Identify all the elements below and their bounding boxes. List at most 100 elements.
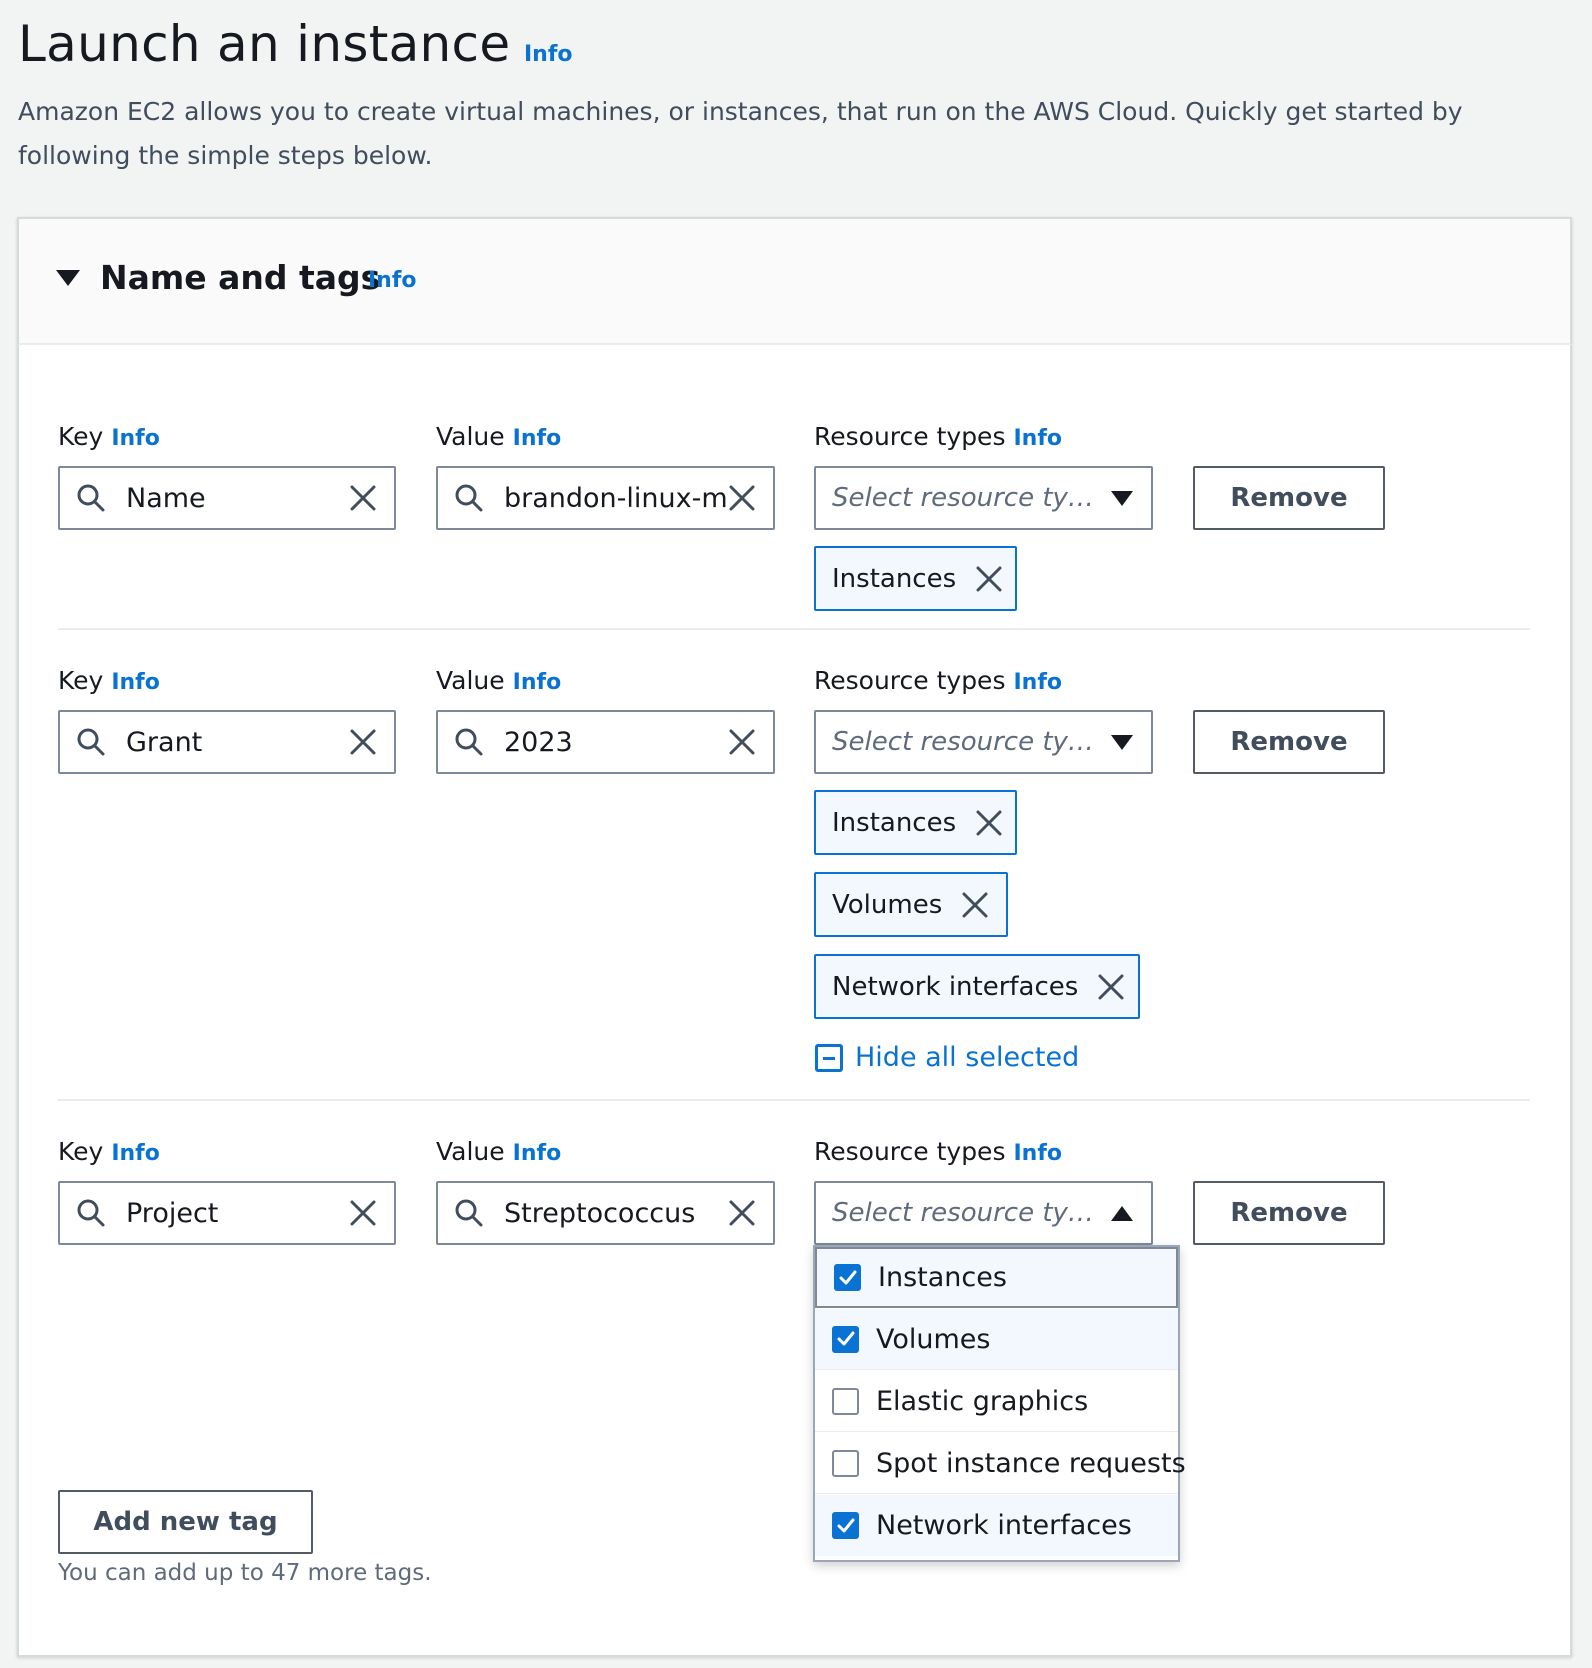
dropdown-option-volumes[interactable]: Volumes bbox=[815, 1309, 1178, 1370]
option-label: Volumes bbox=[876, 1323, 991, 1355]
token-label: Instances bbox=[832, 807, 957, 838]
dropdown-option-instances[interactable]: Instances bbox=[815, 1247, 1178, 1308]
resource-types-info-link[interactable]: Info bbox=[1013, 1141, 1062, 1166]
resource-token: Instances bbox=[814, 790, 1017, 855]
resource-token: Instances bbox=[814, 546, 1017, 611]
key-info-link[interactable]: Info bbox=[111, 1141, 160, 1166]
close-icon[interactable] bbox=[727, 483, 757, 513]
close-icon[interactable] bbox=[960, 890, 990, 920]
dropdown-option-network-interfaces[interactable]: Network interfaces bbox=[815, 1495, 1178, 1556]
caret-down-icon bbox=[1111, 490, 1133, 506]
resource-types-label-text: Resource types bbox=[814, 422, 1006, 451]
close-icon[interactable] bbox=[348, 1198, 378, 1228]
remove-tag-button[interactable]: Remove bbox=[1193, 466, 1385, 530]
check-icon bbox=[839, 1270, 856, 1284]
close-icon[interactable] bbox=[974, 808, 1004, 838]
key-label: Key Info bbox=[58, 420, 160, 456]
value-label: Value Info bbox=[436, 664, 561, 700]
key-label: Key Info bbox=[58, 664, 160, 700]
key-info-link[interactable]: Info bbox=[111, 670, 160, 695]
search-icon bbox=[455, 728, 483, 756]
resource-types-label: Resource types Info bbox=[814, 420, 1062, 456]
remove-tag-button[interactable]: Remove bbox=[1193, 1181, 1385, 1245]
checkbox-unchecked[interactable] bbox=[832, 1387, 859, 1415]
key-input-value[interactable]: Project bbox=[126, 1198, 348, 1229]
select-placeholder: Select resource ty… bbox=[832, 1198, 1094, 1228]
caret-down-icon[interactable] bbox=[56, 270, 80, 286]
close-icon[interactable] bbox=[1096, 972, 1126, 1002]
key-label-text: Key bbox=[58, 1137, 104, 1166]
value-input-value[interactable]: Streptococcus bbox=[504, 1198, 727, 1229]
value-info-link[interactable]: Info bbox=[513, 1141, 562, 1166]
close-icon[interactable] bbox=[348, 483, 378, 513]
search-icon bbox=[77, 728, 105, 756]
resource-types-info-link[interactable]: Info bbox=[1013, 670, 1062, 695]
search-icon bbox=[77, 1199, 105, 1227]
resource-token: Network interfaces bbox=[814, 954, 1140, 1019]
close-icon[interactable] bbox=[727, 1198, 757, 1228]
value-info-link[interactable]: Info bbox=[513, 670, 562, 695]
token-label: Volumes bbox=[832, 889, 943, 920]
option-label: Network interfaces bbox=[876, 1510, 1132, 1541]
add-new-tag-button[interactable]: Add new tag bbox=[58, 1490, 313, 1554]
page-title: Launch an instance bbox=[18, 15, 511, 73]
value-label-text: Value bbox=[436, 1137, 505, 1166]
key-info-link[interactable]: Info bbox=[111, 426, 160, 451]
close-icon[interactable] bbox=[348, 727, 378, 757]
checkbox-checked[interactable] bbox=[832, 1325, 859, 1353]
checkbox-checked[interactable] bbox=[832, 1512, 859, 1539]
resource-types-info-link[interactable]: Info bbox=[1013, 426, 1062, 451]
value-label-text: Value bbox=[436, 666, 505, 695]
resource-types-select[interactable]: Select resource ty… bbox=[814, 466, 1153, 530]
value-input[interactable]: brandon-linux-m bbox=[436, 466, 775, 530]
name-and-tags-panel bbox=[17, 217, 1572, 1657]
value-label: Value Info bbox=[436, 1135, 561, 1171]
key-label-text: Key bbox=[58, 666, 104, 695]
token-label: Network interfaces bbox=[832, 971, 1079, 1002]
resource-token: Volumes bbox=[814, 872, 1008, 937]
checkbox-unchecked[interactable] bbox=[832, 1449, 859, 1477]
resource-types-dropdown: Instances Volumes Elastic graphics Spot … bbox=[813, 1245, 1186, 1562]
select-placeholder: Select resource ty… bbox=[832, 483, 1094, 513]
resource-types-label: Resource types Info bbox=[814, 1135, 1062, 1171]
add-tag-hint: You can add up to 47 more tags. bbox=[58, 1560, 432, 1586]
dropdown-option-elastic-graphics[interactable]: Elastic graphics bbox=[815, 1371, 1178, 1432]
checkbox-checked[interactable] bbox=[834, 1264, 861, 1291]
value-input[interactable]: Streptococcus bbox=[436, 1181, 775, 1245]
panel-title-info-link[interactable]: Info bbox=[368, 268, 417, 293]
key-input[interactable]: Grant bbox=[58, 710, 396, 774]
key-input[interactable]: Project bbox=[58, 1181, 396, 1245]
hide-all-selected-label[interactable]: Hide all selected bbox=[855, 1042, 1079, 1073]
search-icon bbox=[455, 484, 483, 512]
value-input[interactable]: 2023 bbox=[436, 710, 775, 774]
page-title-info-link[interactable]: Info bbox=[524, 42, 573, 67]
key-input-value[interactable]: Name bbox=[126, 483, 348, 514]
option-label: Spot instance requests bbox=[876, 1447, 1186, 1479]
value-info-link[interactable]: Info bbox=[513, 426, 562, 451]
value-input-value[interactable]: brandon-linux-m bbox=[504, 483, 727, 514]
resource-types-select-open[interactable]: Select resource ty… bbox=[814, 1181, 1153, 1245]
key-input-value[interactable]: Grant bbox=[126, 727, 348, 758]
token-label: Instances bbox=[832, 563, 957, 594]
hide-all-selected-link[interactable]: Hide all selected bbox=[815, 1042, 1079, 1073]
remove-tag-button[interactable]: Remove bbox=[1193, 710, 1385, 774]
check-icon bbox=[837, 1518, 854, 1532]
value-input-value[interactable]: 2023 bbox=[504, 727, 727, 758]
close-icon[interactable] bbox=[974, 564, 1004, 594]
panel-title: Name and tags bbox=[100, 258, 381, 297]
close-icon[interactable] bbox=[727, 727, 757, 757]
key-input[interactable]: Name bbox=[58, 466, 396, 530]
page-description: Amazon EC2 allows you to create virtual … bbox=[18, 97, 1463, 170]
row-divider bbox=[58, 628, 1530, 630]
row-divider bbox=[58, 1099, 1530, 1101]
resource-types-label-text: Resource types bbox=[814, 1137, 1006, 1166]
key-label: Key Info bbox=[58, 1135, 160, 1171]
value-label-text: Value bbox=[436, 422, 505, 451]
caret-up-icon bbox=[1111, 1205, 1133, 1221]
dropdown-option-spot-instance-requests[interactable]: Spot instance requests bbox=[815, 1433, 1186, 1494]
search-icon bbox=[455, 1199, 483, 1227]
key-label-text: Key bbox=[58, 422, 104, 451]
resource-types-select[interactable]: Select resource ty… bbox=[814, 710, 1153, 774]
select-placeholder: Select resource ty… bbox=[832, 727, 1094, 757]
minus-square-icon bbox=[815, 1043, 843, 1072]
